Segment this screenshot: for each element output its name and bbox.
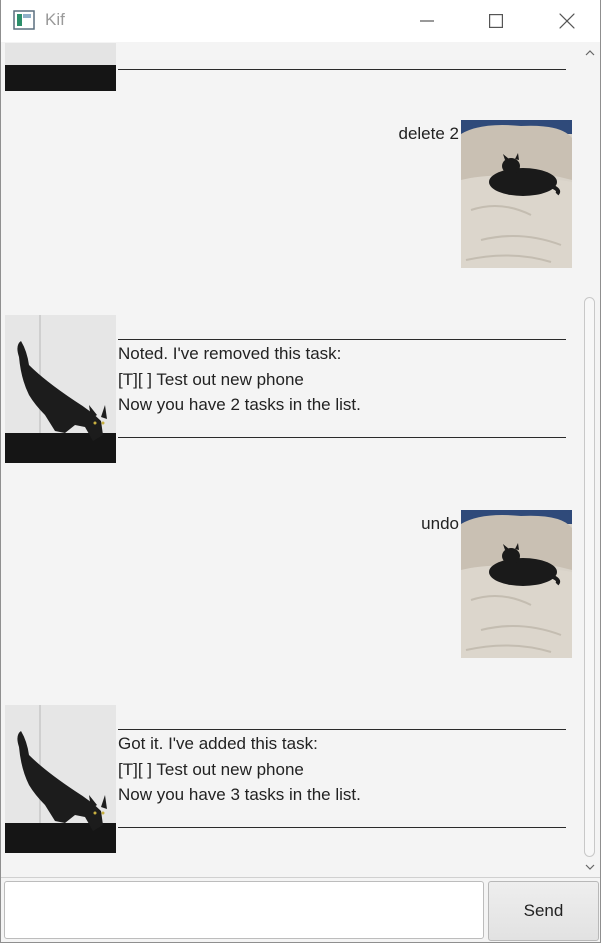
user-message-text: undo xyxy=(421,514,459,533)
divider-line xyxy=(118,827,566,828)
minimize-button[interactable] xyxy=(392,0,462,42)
title-bar: Kif xyxy=(1,0,600,42)
divider-line xyxy=(118,69,566,70)
message-input[interactable] xyxy=(4,881,484,939)
black-cat-standing-image xyxy=(5,315,116,463)
bot-message-line: [T][ ] Test out new phone xyxy=(118,760,304,779)
scroll-up-arrow-icon[interactable] xyxy=(584,47,596,59)
input-bar: Send xyxy=(1,877,600,942)
black-cat-on-bed-image xyxy=(461,120,572,268)
black-cat-standing-image xyxy=(5,705,116,853)
scrollbar-thumb[interactable] xyxy=(584,297,595,857)
divider-line xyxy=(118,339,566,340)
vertical-scrollbar[interactable] xyxy=(580,43,600,877)
close-icon xyxy=(559,13,575,29)
bot-message-line: Got it. I've added this task: xyxy=(118,734,318,753)
divider-line xyxy=(118,729,566,730)
bot-message-line: Now you have 2 tasks in the list. xyxy=(118,395,361,414)
bot-message-line: Now you have 3 tasks in the list. xyxy=(118,785,361,804)
bot-message-line: Noted. I've removed this task: xyxy=(118,344,342,363)
black-cat-standing-image xyxy=(5,43,116,91)
app-window: Kif delete 2 Noted. I've removed this ta… xyxy=(0,0,601,943)
maximize-button[interactable] xyxy=(461,0,531,42)
divider-line xyxy=(118,437,566,438)
chat-scroll-pane[interactable]: delete 2 Noted. I've removed this task: … xyxy=(1,43,600,877)
window-title: Kif xyxy=(45,10,65,29)
scroll-down-arrow-icon[interactable] xyxy=(584,861,596,873)
black-cat-on-bed-image xyxy=(461,510,572,658)
user-message-text: delete 2 xyxy=(398,124,460,143)
app-window-icon xyxy=(13,10,35,30)
send-button[interactable]: Send xyxy=(488,881,599,941)
minimize-icon xyxy=(420,20,434,22)
bot-message-line: [T][ ] Test out new phone xyxy=(118,370,304,389)
maximize-icon xyxy=(489,14,503,28)
close-button[interactable] xyxy=(532,0,600,42)
